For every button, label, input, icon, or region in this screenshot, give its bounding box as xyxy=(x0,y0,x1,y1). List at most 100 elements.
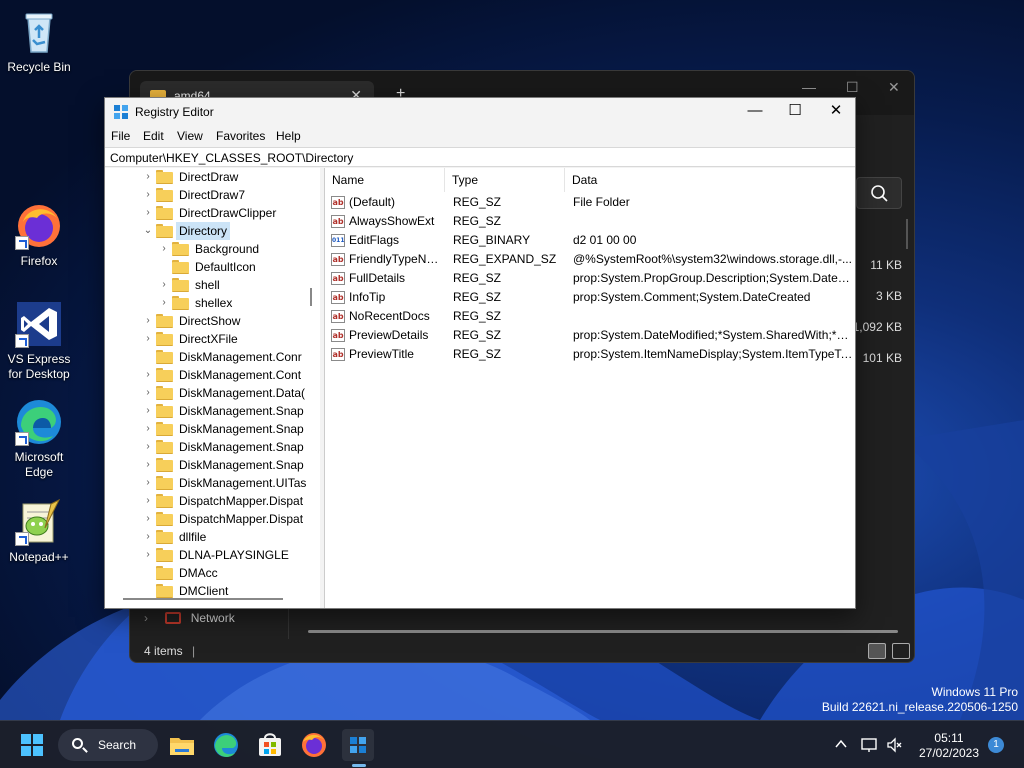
key-tree[interactable]: › DirectDraw › DirectDraw7 › DirectDrawClippe… xyxy=(105,168,320,608)
maximize-button[interactable]: ☐ xyxy=(774,98,816,126)
chevron-right-icon[interactable]: › xyxy=(159,276,169,294)
value-row[interactable]: ab PreviewTitle REG_SZ prop:System.ItemName… xyxy=(325,345,855,364)
tree-item[interactable]: DiskManagement.Conr xyxy=(105,348,320,366)
menu-file[interactable]: File xyxy=(111,129,130,143)
chevron-up-icon[interactable] xyxy=(834,737,848,754)
chevron-right-icon[interactable]: › xyxy=(143,420,153,438)
volume-muted-icon[interactable] xyxy=(886,737,904,756)
tree-item[interactable]: › DirectDraw7 xyxy=(105,186,320,204)
taskbar-clock[interactable]: 05:11 27/02/2023 xyxy=(916,731,982,761)
tree-vertical-scrollbar[interactable] xyxy=(310,288,312,306)
desktop-icon-edge[interactable]: Microsoft Edge xyxy=(0,398,78,480)
tree-item[interactable]: DefaultIcon xyxy=(105,258,320,276)
store-icon[interactable] xyxy=(254,729,286,761)
desktop-icon-firefox[interactable]: Firefox xyxy=(0,202,78,269)
tree-item[interactable]: › DiskManagement.UITas xyxy=(105,474,320,492)
value-row[interactable]: 011 EditFlags REG_BINARY d2 01 00 00 xyxy=(325,231,855,250)
desktop-icon-recycle-bin[interactable]: Recycle Bin xyxy=(0,8,78,75)
tree-item[interactable]: › DiskManagement.Cont xyxy=(105,366,320,384)
tree-item[interactable]: › DirectShow xyxy=(105,312,320,330)
chevron-right-icon[interactable]: › xyxy=(143,474,153,492)
file-explorer-icon[interactable] xyxy=(166,729,198,761)
value-row[interactable]: ab NoRecentDocs REG_SZ xyxy=(325,307,855,326)
firefox-icon[interactable] xyxy=(298,729,330,761)
start-icon[interactable] xyxy=(16,729,48,761)
tree-item[interactable]: › DirectXFile xyxy=(105,330,320,348)
value-row[interactable]: ab AlwaysShowExt REG_SZ xyxy=(325,212,855,231)
tree-item-label: shellex xyxy=(195,296,233,310)
menu-favorites[interactable]: Favorites xyxy=(216,129,265,143)
chevron-right-icon[interactable]: › xyxy=(143,528,153,546)
tree-item[interactable]: › DLNA-PLAYSINGLE xyxy=(105,546,320,564)
notification-badge[interactable]: 1 xyxy=(988,737,1004,753)
close-button[interactable]: ✕ xyxy=(815,98,857,126)
column-header-type[interactable]: Type xyxy=(445,168,565,192)
chevron-right-icon[interactable]: › xyxy=(143,312,153,330)
address-bar[interactable]: Computer\HKEY_CLASSES_ROOT\Directory xyxy=(105,147,855,167)
chevron-right-icon[interactable]: › xyxy=(143,456,153,474)
tree-item[interactable]: › DirectDraw xyxy=(105,168,320,186)
tree-item[interactable]: › DiskManagement.Snap xyxy=(105,402,320,420)
desktop-icon-notepad-plus-plus[interactable]: Notepad++ xyxy=(0,498,78,565)
tree-item[interactable]: › DiskManagement.Snap xyxy=(105,420,320,438)
tree-item[interactable]: › DiskManagement.Data( xyxy=(105,384,320,402)
tree-item[interactable]: › shellex xyxy=(105,294,320,312)
value-type: REG_SZ xyxy=(453,271,502,285)
tree-item[interactable]: › Background xyxy=(105,240,320,258)
values-list[interactable]: Name Type Data ab (Default) REG_SZ File Fol… xyxy=(325,168,855,608)
tree-item[interactable]: › DiskManagement.Snap xyxy=(105,456,320,474)
regedit-icon[interactable] xyxy=(342,729,374,761)
value-row[interactable]: ab FriendlyTypeNa... REG_EXPAND_SZ @%System… xyxy=(325,250,855,269)
desktop-icon-vs-express[interactable]: VS Express for Desktop xyxy=(0,300,78,382)
chevron-right-icon[interactable]: › xyxy=(143,204,153,222)
tiles-view-icon[interactable] xyxy=(892,643,910,659)
column-header-data[interactable]: Data xyxy=(565,168,855,192)
chevron-down-icon[interactable]: ⌄ xyxy=(143,222,153,240)
chevron-right-icon[interactable]: › xyxy=(143,384,153,402)
explorer-search-button[interactable] xyxy=(856,177,902,209)
tree-item[interactable]: › DiskManagement.Snap xyxy=(105,438,320,456)
column-header-name[interactable]: Name xyxy=(325,168,445,192)
network-icon[interactable] xyxy=(860,737,878,756)
taskbar-search-button[interactable]: Search xyxy=(58,729,158,761)
chevron-right-icon[interactable]: › xyxy=(143,330,153,348)
registry-editor-window[interactable]: Registry Editor — ☐ ✕ File Edit View Fav… xyxy=(104,97,856,609)
chevron-right-icon[interactable]: › xyxy=(143,186,153,204)
nav-item-network[interactable]: › Network xyxy=(144,611,235,625)
chevron-right-icon[interactable]: › xyxy=(143,366,153,384)
menu-edit[interactable]: Edit xyxy=(143,129,164,143)
minimize-button[interactable]: — xyxy=(734,98,776,126)
explorer-scrollbar[interactable] xyxy=(906,219,908,249)
folder-icon xyxy=(172,296,189,310)
chevron-right-icon[interactable]: › xyxy=(143,402,153,420)
details-view-icon[interactable] xyxy=(868,643,886,659)
tree-item[interactable]: › DirectDrawClipper xyxy=(105,204,320,222)
title-bar[interactable]: Registry Editor — ☐ ✕ xyxy=(105,98,855,126)
chevron-right-icon[interactable]: › xyxy=(143,168,153,186)
tree-item[interactable]: DMAcc xyxy=(105,564,320,582)
chevron-right-icon[interactable]: › xyxy=(143,492,153,510)
chevron-right-icon[interactable]: › xyxy=(143,438,153,456)
folder-icon xyxy=(156,368,173,382)
chevron-right-icon[interactable]: › xyxy=(159,294,169,312)
tree-item[interactable]: › shell xyxy=(105,276,320,294)
edge-icon[interactable] xyxy=(210,729,242,761)
chevron-right-icon[interactable]: › xyxy=(143,510,153,528)
value-row[interactable]: ab InfoTip REG_SZ prop:System.Comment;Syste… xyxy=(325,288,855,307)
tree-item[interactable]: ⌄ Directory xyxy=(105,222,320,240)
value-row[interactable]: ab (Default) REG_SZ File Folder xyxy=(325,193,855,212)
explorer-minimize-icon[interactable]: — xyxy=(802,79,816,95)
value-row[interactable]: ab FullDetails REG_SZ prop:System.PropGroup… xyxy=(325,269,855,288)
tree-item[interactable]: › dllfile xyxy=(105,528,320,546)
explorer-maximize-icon[interactable]: ☐ xyxy=(846,79,859,96)
menu-help[interactable]: Help xyxy=(276,129,301,143)
chevron-right-icon[interactable]: › xyxy=(143,546,153,564)
tree-horizontal-scrollbar[interactable] xyxy=(123,598,283,600)
menu-view[interactable]: View xyxy=(177,129,203,143)
chevron-right-icon[interactable]: › xyxy=(159,240,169,258)
explorer-close-icon[interactable]: ✕ xyxy=(888,79,900,96)
tree-item[interactable]: › DispatchMapper.Dispat xyxy=(105,510,320,528)
explorer-horizontal-scrollbar[interactable] xyxy=(308,630,898,633)
tree-item[interactable]: › DispatchMapper.Dispat xyxy=(105,492,320,510)
value-row[interactable]: ab PreviewDetails REG_SZ prop:System.DateMo… xyxy=(325,326,855,345)
